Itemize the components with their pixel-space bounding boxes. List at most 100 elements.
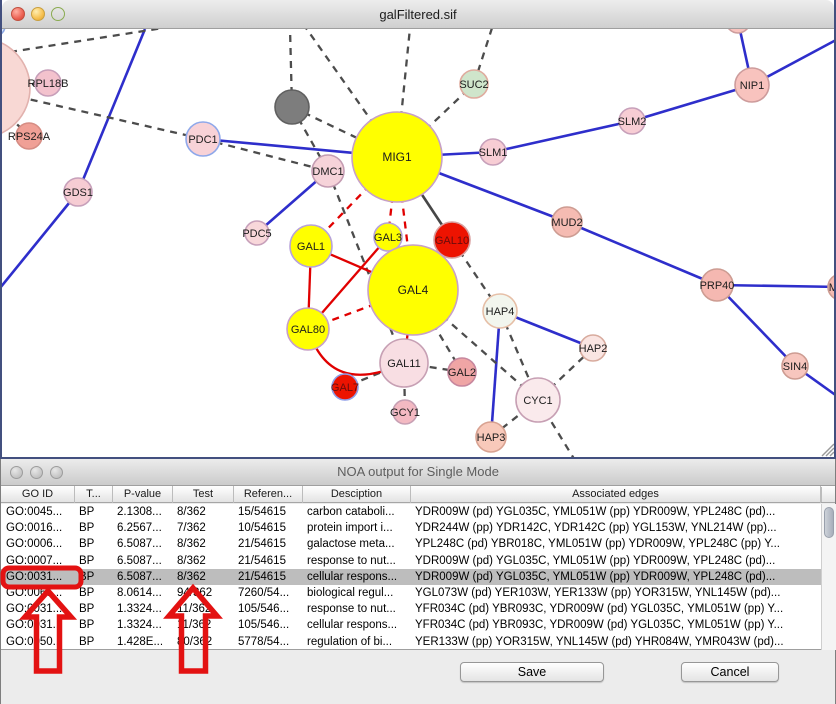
resize-grip[interactable]	[830, 452, 834, 456]
cell-p_value: 1.3324...	[117, 601, 174, 617]
cell-description: biological regul...	[307, 585, 412, 601]
table-row[interactable]: GO:0031...BP6.5087...8/36221/54615cellul…	[1, 569, 821, 585]
node-topp[interactable]	[726, 29, 750, 33]
node-gray[interactable]	[275, 90, 309, 124]
edge-SLM2-NIP1[interactable]	[632, 85, 752, 121]
cell-test: 80/362	[177, 634, 233, 650]
cell-description: protein import i...	[307, 520, 412, 536]
edge-GDS1-pt[interactable]	[2, 192, 78, 288]
edge-pt-GDS1[interactable]	[78, 29, 145, 192]
graph-window: galFiltered.sif RPL18BRPS24AGDS1PDC1PDC5…	[0, 0, 836, 459]
save-button[interactable]: Save	[460, 662, 604, 682]
table-row[interactable]: GO:0045...BP2.1308...8/36215/54615carbon…	[1, 504, 821, 520]
cell-p_value: 6.5087...	[117, 553, 174, 569]
cell-go_id: GO:0050...	[6, 634, 72, 650]
network-canvas-area: RPL18BRPS24AGDS1PDC1PDC5DMC1MIG1SUC2SLM1…	[2, 29, 834, 457]
edge-HAP4-HAP3[interactable]	[491, 311, 500, 437]
scrollbar-thumb[interactable]	[824, 507, 834, 538]
column-header-reference[interactable]: Referen...	[234, 486, 303, 503]
cell-type: BP	[79, 553, 113, 569]
edge-PRP40-MSN[interactable]	[717, 285, 834, 287]
node-corner[interactable]	[2, 29, 5, 36]
graph-window-titlebar[interactable]: galFiltered.sif	[2, 0, 834, 29]
cell-reference: 105/546...	[238, 617, 304, 633]
cell-reference: 10/54615	[238, 520, 304, 536]
cell-edges: YGL073W (pd) YER103W, YER133W (pp) YOR31…	[415, 585, 817, 601]
table-row[interactable]: GO:0031...BP1.3324...11/362105/546...res…	[1, 601, 821, 617]
node-label-gal7: GAL7	[331, 382, 359, 394]
cell-p_value: 6.5087...	[117, 569, 174, 585]
noa-window-title: NOA output for Single Mode	[1, 459, 835, 485]
edge-SLM1-SLM2[interactable]	[493, 121, 632, 152]
node-label-msn: MSN	[829, 282, 834, 294]
cell-type: BP	[79, 536, 113, 552]
cell-test: 8/362	[177, 553, 233, 569]
cell-description: galactose meta...	[307, 536, 412, 552]
cell-reference: 21/54615	[238, 553, 304, 569]
noa-window-titlebar[interactable]: NOA output for Single Mode	[1, 459, 835, 486]
node-label-rps24a: RPS24A	[8, 131, 51, 143]
cell-description: carbon cataboli...	[307, 504, 412, 520]
cell-go_id: GO:0045...	[6, 504, 72, 520]
column-header-description[interactable]: Desciption	[303, 486, 411, 503]
node-label-gal4: GAL4	[398, 283, 429, 297]
table-row[interactable]: GO:0050...BP1.428E...80/3625778/54...reg…	[1, 634, 821, 650]
cell-edges: YDR009W (pd) YGL035C, YML051W (pp) YDR00…	[415, 504, 817, 520]
table-row[interactable]: GO:0007...BP6.5087...8/36221/54615respon…	[1, 553, 821, 569]
noa-footer: Save Cancel	[1, 650, 835, 704]
column-header-edges[interactable]: Associated edges	[411, 486, 821, 503]
table-header: GO IDT...P-valueTestReferen...Desciption…	[1, 486, 835, 503]
screen: galFiltered.sif RPL18BRPS24AGDS1PDC1PDC5…	[0, 0, 836, 704]
table-row[interactable]: GO:0031...BP1.3324...11/362105/546...cel…	[1, 617, 821, 633]
cell-edges: YDR009W (pd) YGL035C, YML051W (pp) YDR00…	[415, 553, 817, 569]
table-row[interactable]: GO:0016...BP6.2567...7/36210/54615protei…	[1, 520, 821, 536]
cell-type: BP	[79, 634, 113, 650]
cell-reference: 21/54615	[238, 569, 304, 585]
cell-reference: 5778/54...	[238, 634, 304, 650]
column-header-test[interactable]: Test	[173, 486, 234, 503]
cell-edges: YPL248C (pd) YBR018C, YML051W (pp) YDR00…	[415, 536, 817, 552]
edge-PRP40-SIN4[interactable]	[717, 285, 795, 366]
cell-description: response to nut...	[307, 601, 412, 617]
table-row[interactable]: GO:0065...BP8.0614...94/3627260/54...bio…	[1, 585, 821, 601]
resize-grip[interactable]	[826, 448, 834, 456]
node-label-dmc1: DMC1	[312, 166, 343, 178]
edge-MUD2-PRP40[interactable]	[567, 222, 717, 285]
node-label-slm2: SLM2	[618, 116, 647, 128]
column-header-type[interactable]: T...	[75, 486, 113, 503]
table-row[interactable]: GO:0006...BP6.5087...8/36221/54615galact…	[1, 536, 821, 552]
cell-p_value: 2.1308...	[117, 504, 174, 520]
cell-type: BP	[79, 520, 113, 536]
cell-edges: YER133W (pp) YOR315W, YNL145W (pd) YHR08…	[415, 634, 817, 650]
cell-test: 11/362	[177, 617, 233, 633]
cell-type: BP	[79, 585, 113, 601]
node-label-mud2: MUD2	[551, 217, 582, 229]
node-label-pdc1: PDC1	[188, 134, 217, 146]
cell-type: BP	[79, 504, 113, 520]
cell-go_id: GO:0016...	[6, 520, 72, 536]
node-label-prp40: PRP40	[700, 280, 735, 292]
cell-test: 8/362	[177, 569, 233, 585]
node-label-sin4: SIN4	[783, 361, 807, 373]
node-label-hap4: HAP4	[486, 306, 515, 318]
cell-description: regulation of bi...	[307, 634, 412, 650]
network-canvas[interactable]: RPL18BRPS24AGDS1PDC1PDC5DMC1MIG1SUC2SLM1…	[2, 29, 834, 457]
column-header-go_id[interactable]: GO ID	[1, 486, 75, 503]
node-label-suc2: SUC2	[459, 79, 488, 91]
cell-go_id: GO:0007...	[6, 553, 72, 569]
column-header-p_value[interactable]: P-value	[113, 486, 173, 503]
cell-test: 8/362	[177, 504, 233, 520]
cell-edges: YFR034C (pd) YBR093C, YDR009W (pd) YGL03…	[415, 617, 817, 633]
node-label-gal11: GAL11	[387, 358, 420, 370]
vertical-scrollbar[interactable]	[821, 504, 836, 650]
cell-go_id: GO:0031...	[6, 601, 72, 617]
cell-edges: YFR034C (pd) YBR093C, YDR009W (pd) YGL03…	[415, 601, 817, 617]
node-label-cyc1: CYC1	[523, 395, 552, 407]
node-label-slm1: SLM1	[479, 147, 508, 159]
cell-type: BP	[79, 569, 113, 585]
cell-description: cellular respons...	[307, 617, 412, 633]
cell-test: 94/362	[177, 585, 233, 601]
cancel-button[interactable]: Cancel	[681, 662, 779, 682]
table-body: GO:0045...BP2.1308...8/36215/54615carbon…	[1, 504, 835, 650]
cell-reference: 105/546...	[238, 601, 304, 617]
